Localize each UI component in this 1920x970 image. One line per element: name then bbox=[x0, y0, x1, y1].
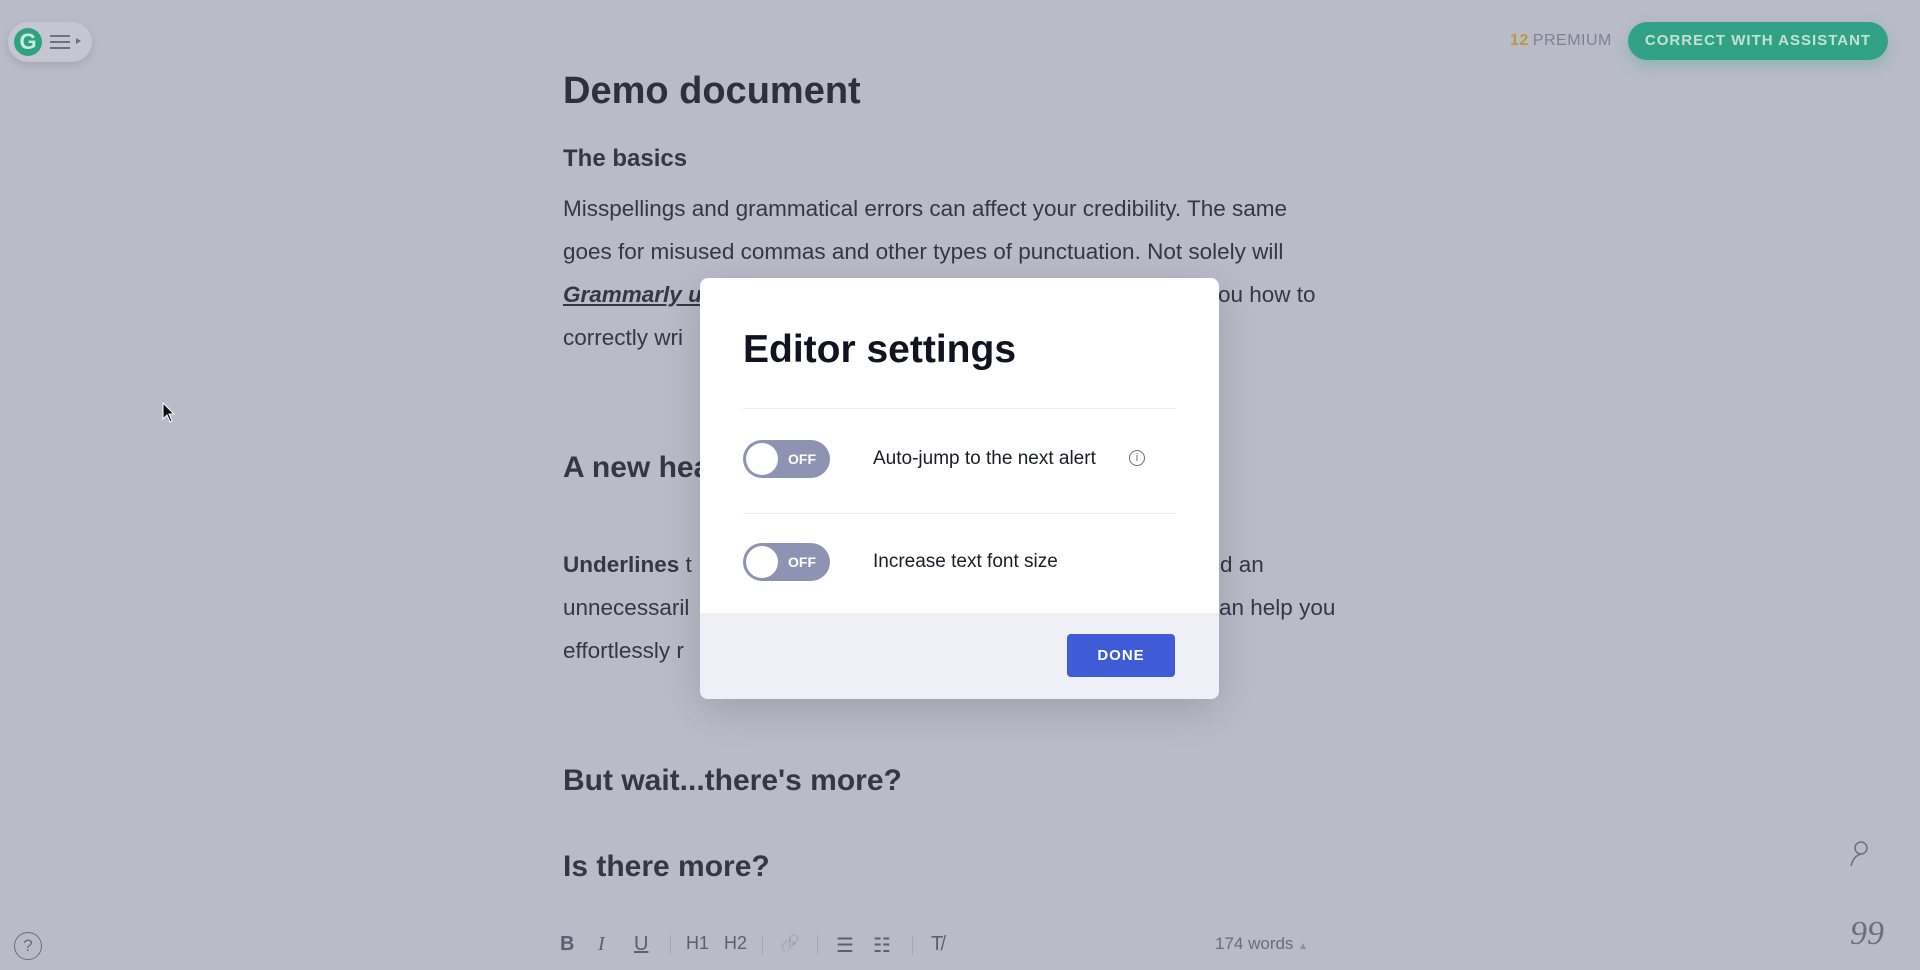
caret-right-icon bbox=[76, 38, 81, 44]
font-size-toggle[interactable]: OFF bbox=[743, 543, 830, 581]
paragraph-line[interactable]: Misspellings and grammatical errors can … bbox=[563, 196, 1287, 222]
word-count-text: 174 words bbox=[1215, 934, 1294, 953]
dialog-title: Editor settings bbox=[743, 328, 1017, 371]
clear-format-icon[interactable]: T̸ bbox=[931, 933, 943, 956]
divider bbox=[762, 935, 763, 955]
editor-settings-dialog: Editor settings OFF Auto-jump to the nex… bbox=[700, 278, 1219, 699]
grammarly-logo-icon[interactable]: G bbox=[14, 28, 42, 56]
toggle-state: OFF bbox=[788, 451, 816, 467]
hamburger-icon[interactable] bbox=[50, 31, 70, 53]
document-title[interactable]: Demo document bbox=[563, 70, 861, 113]
ordered-list-icon[interactable]: ☰ bbox=[836, 933, 854, 958]
heading-wait[interactable]: But wait...there's more? bbox=[563, 764, 902, 798]
paragraph-fragment[interactable]: unnecessaril bbox=[563, 595, 689, 621]
divider bbox=[912, 935, 913, 955]
underlines-bold[interactable]: Underlines bbox=[563, 552, 679, 577]
quote-icon[interactable]: 99 bbox=[1850, 915, 1884, 953]
paragraph-line[interactable]: goes for misused commas and other types … bbox=[563, 239, 1283, 265]
italic-button[interactable]: I bbox=[598, 933, 605, 956]
paragraph-fragment[interactable]: d an bbox=[1220, 552, 1264, 578]
done-button[interactable]: DONE bbox=[1067, 634, 1175, 677]
paragraph-fragment[interactable]: ou how to bbox=[1218, 282, 1316, 308]
divider bbox=[743, 513, 1176, 514]
heading-new[interactable]: A new hea bbox=[563, 451, 710, 485]
bullet-list-icon[interactable]: ☷ bbox=[873, 933, 891, 958]
heading-more[interactable]: Is there more? bbox=[563, 850, 770, 884]
heading-basics[interactable]: The basics bbox=[563, 145, 687, 173]
heading2-button[interactable]: H2 bbox=[724, 933, 747, 954]
paragraph-fragment[interactable]: an help you bbox=[1219, 595, 1335, 621]
caret-up-icon: ▲ bbox=[1298, 941, 1309, 952]
link-icon[interactable]: 🔗 bbox=[780, 933, 800, 953]
correct-with-assistant-button[interactable]: CORRECT WITH ASSISTANT bbox=[1628, 22, 1888, 60]
help-icon[interactable]: ? bbox=[14, 932, 42, 960]
divider bbox=[670, 935, 671, 955]
grammarly-link[interactable]: Grammarly u bbox=[563, 282, 702, 308]
premium-label: PREMIUM bbox=[1532, 32, 1612, 49]
mouse-cursor-icon bbox=[162, 402, 176, 423]
premium-count: 12 bbox=[1510, 32, 1529, 49]
divider bbox=[743, 408, 1176, 409]
person-icon[interactable] bbox=[1847, 840, 1873, 868]
underline-button[interactable]: U bbox=[634, 933, 648, 956]
toggle-state: OFF bbox=[788, 554, 816, 570]
paragraph-fragment[interactable]: t bbox=[679, 552, 692, 577]
font-size-label: Increase text font size bbox=[873, 551, 1058, 572]
auto-jump-label: Auto-jump to the next alert bbox=[873, 448, 1096, 469]
premium-alerts[interactable]: 12 PREMIUM bbox=[1510, 32, 1612, 50]
paragraph-fragment[interactable]: effortlessly r bbox=[563, 638, 684, 664]
heading1-button[interactable]: H1 bbox=[686, 933, 709, 954]
divider bbox=[817, 935, 818, 955]
paragraph-fragment[interactable]: correctly wri bbox=[563, 325, 683, 351]
word-count[interactable]: 174 words ▲ bbox=[1215, 934, 1308, 954]
auto-jump-toggle[interactable]: OFF bbox=[743, 440, 830, 478]
bold-button[interactable]: B bbox=[560, 933, 574, 956]
info-icon[interactable]: i bbox=[1129, 450, 1145, 466]
